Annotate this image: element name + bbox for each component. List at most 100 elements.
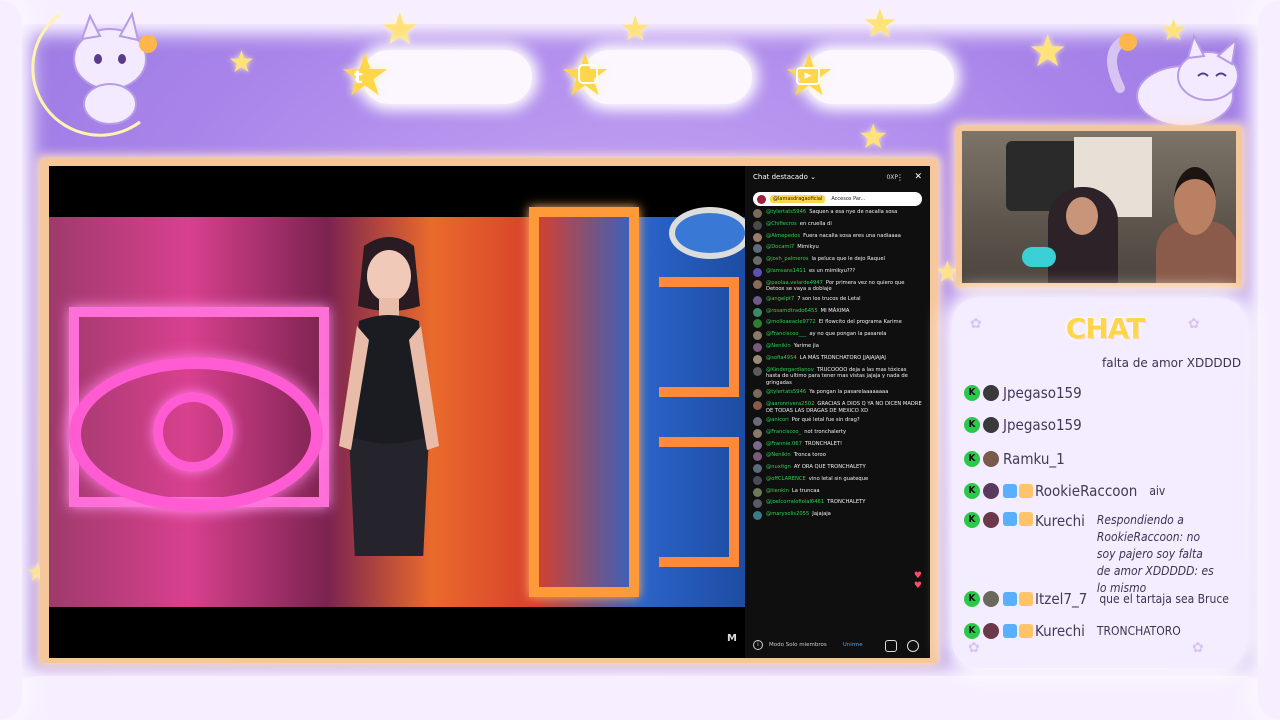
chat-username[interactable]: @offCLARENCE xyxy=(766,476,806,482)
twitter-icon[interactable]: t xyxy=(354,67,363,88)
side-chat-row: K Jpegaso159 xyxy=(964,416,1094,434)
chat-message[interactable]: @Franciscoo___ ay no que pongan la pasare… xyxy=(753,331,922,341)
chat-username[interactable]: @sofia4954 xyxy=(766,355,797,361)
chat-message[interactable]: @tylertats5946 Saquen a esa nye de nacall… xyxy=(753,209,922,218)
avatar[interactable] xyxy=(753,319,762,329)
join-button[interactable]: Unirme xyxy=(843,642,863,648)
avatar[interactable] xyxy=(753,400,762,410)
chat-username[interactable]: @lamsans1411 xyxy=(766,268,806,274)
gift-icon[interactable] xyxy=(885,640,897,652)
chat-username[interactable]: @Docami7 xyxy=(766,244,794,250)
chat-username[interactable]: @Franciscoo_ xyxy=(766,429,801,435)
chat-message[interactable]: @anicori Por qué letal fue sin drag? xyxy=(753,416,922,426)
chat-username[interactable]: @Frannie.067 xyxy=(766,441,802,447)
chat-message[interactable]: @rosamdtrado6455 MI MÁXIMA xyxy=(753,307,922,317)
chat-message[interactable]: @tylertats5946 Ya pongan la pasarelaaaaaa… xyxy=(753,389,922,399)
chat-message[interactable]: @joelcorralofioial6461 TRONCHALETY xyxy=(753,499,922,509)
avatar[interactable] xyxy=(753,475,762,485)
chat-username[interactable]: @tienkin xyxy=(766,488,789,494)
chat-message[interactable]: @Nenikin Tronca toroo xyxy=(753,452,922,462)
chat-message[interactable]: @Kindergardianov TRUCOOOO deja a las mas … xyxy=(753,366,922,387)
kick-badge-icon: K xyxy=(964,451,980,467)
chat-message-list[interactable]: @tylertats5946 Saquen a esa nye de nacall… xyxy=(745,208,930,521)
avatar[interactable] xyxy=(753,267,762,277)
message-body: @Frannie.067 TRONCHALET! xyxy=(766,441,842,448)
chat-text: Ya pongan la pasarelaaaaaaaa xyxy=(809,389,889,396)
chat-message[interactable]: @Frannie.067 TRONCHALET! xyxy=(753,440,922,450)
avatar[interactable] xyxy=(753,511,762,521)
avatar[interactable] xyxy=(753,366,762,376)
chat-mode-dropdown[interactable]: Chat destacado ⌄ xyxy=(753,173,816,181)
microphone xyxy=(1022,247,1056,267)
chat-message[interactable]: @paolaa.velarde4947 Por primera vez no qu… xyxy=(753,279,922,293)
chat-message[interactable]: @marysolis2055 Jajajaja xyxy=(753,511,922,521)
avatar[interactable] xyxy=(753,487,762,497)
chat-username[interactable]: @tylertats5946 xyxy=(766,389,806,395)
chat-username[interactable]: @Nenikin xyxy=(766,343,791,349)
avatar[interactable] xyxy=(753,279,762,289)
avatar[interactable] xyxy=(753,342,762,352)
pinned-message[interactable]: @lamasdragaoficial Accesos Par... xyxy=(753,192,922,206)
chat-username[interactable]: @tylertats5946 xyxy=(766,209,806,215)
info-icon[interactable]: i xyxy=(753,640,763,650)
chat-message[interactable]: @lamsans1411 es un mimikyu??? xyxy=(753,267,922,277)
avatar[interactable] xyxy=(753,354,762,364)
avatar[interactable] xyxy=(753,209,762,218)
avatar[interactable] xyxy=(753,331,762,341)
avatar[interactable] xyxy=(753,440,762,450)
chat-username[interactable]: @Kindergardianov xyxy=(766,367,814,373)
chat-message[interactable]: @Chifiecros en cruella di xyxy=(753,220,922,230)
chat-message[interactable]: @Almepedos Fuera nacalla sosa eres una na… xyxy=(753,232,922,242)
chat-message[interactable]: @Nenikin Yarime jia xyxy=(753,342,922,352)
chat-username: Itzel7_7 xyxy=(1035,590,1088,608)
chat-message[interactable]: @tienkin La truncaa xyxy=(753,487,922,497)
chat-username[interactable]: @molloaeacle9772 xyxy=(766,319,816,325)
avatar[interactable] xyxy=(753,464,762,474)
avatar xyxy=(983,623,999,639)
avatar[interactable] xyxy=(753,295,762,305)
chat-username[interactable]: @anicori xyxy=(766,417,789,423)
chat-message[interactable]: @aaronrivera2502 GRACIAS A DIOS Q YA NO D… xyxy=(753,400,922,414)
more-options-icon[interactable]: ⋮ xyxy=(896,173,904,182)
chat-message[interactable]: @Franciscoo_ not tronchalerty xyxy=(753,428,922,438)
chat-text: Respondiendo a RookieRaccoon: no soy paj… xyxy=(1096,513,1214,595)
chat-username[interactable]: @josh_palmeros xyxy=(766,256,808,262)
chat-username[interactable]: @rosamdtrado6455 xyxy=(766,308,818,314)
chat-username[interactable]: @Nenikin xyxy=(766,452,791,458)
avatar[interactable] xyxy=(753,244,762,254)
close-icon[interactable]: ✕ xyxy=(914,172,922,182)
chat-text: AY ORA QUE TRONCHALETY xyxy=(793,464,866,471)
instagram-icon[interactable] xyxy=(578,64,598,84)
avatar[interactable] xyxy=(753,428,762,438)
avatar[interactable] xyxy=(753,452,762,462)
chat-username[interactable]: @marysolis2055 xyxy=(766,511,809,517)
chat-username[interactable]: @nuxitgn xyxy=(766,464,791,470)
chat-username[interactable]: @Almepedos xyxy=(766,233,800,239)
chat-username[interactable]: @paolaa.velarde4947 xyxy=(766,280,823,286)
chat-message[interactable]: @josh_palmeros la peluca que le dejo Raqu… xyxy=(753,256,922,266)
avatar[interactable] xyxy=(753,307,762,317)
chat-username[interactable]: @angelpt7 xyxy=(766,296,794,302)
chat-username[interactable]: @aaronrivera2502 xyxy=(766,401,814,407)
avatar[interactable] xyxy=(753,416,762,426)
chat-message[interactable]: @offCLARENCE vino letal sin guateque xyxy=(753,475,922,485)
chat-text: La truncaa xyxy=(791,487,820,494)
chat-message[interactable]: @molloaeacle9772 El flowcito del programa… xyxy=(753,319,922,329)
avatar[interactable] xyxy=(753,232,762,242)
avatar[interactable] xyxy=(753,220,762,230)
video-player[interactable]: M xyxy=(49,166,745,658)
chat-username[interactable]: @Franciscoo___ xyxy=(766,331,806,337)
message-body: @Nenikin Tronca toroo xyxy=(766,452,826,459)
avatar[interactable] xyxy=(753,256,762,266)
sub-badge-icon xyxy=(1019,592,1033,606)
youtube-icon[interactable]: ▶ xyxy=(796,67,820,85)
heart-icon[interactable] xyxy=(907,640,919,652)
chat-message[interactable]: @sofia4954 LA MÁS TRONCHATORO JJAJAJAJAJ xyxy=(753,354,922,364)
chat-username[interactable]: @joelcorralofioial6461 xyxy=(766,499,824,505)
chat-username[interactable]: @Chifiecros xyxy=(766,221,797,227)
chat-message[interactable]: @nuxitgn AY ORA QUE TRONCHALETY xyxy=(753,464,922,474)
chat-message[interactable]: @angelpt7 7 son los trucos de Letal xyxy=(753,295,922,305)
avatar[interactable] xyxy=(753,389,762,399)
avatar[interactable] xyxy=(753,499,762,509)
chat-message[interactable]: @Docami7 Mimikyu xyxy=(753,244,922,254)
